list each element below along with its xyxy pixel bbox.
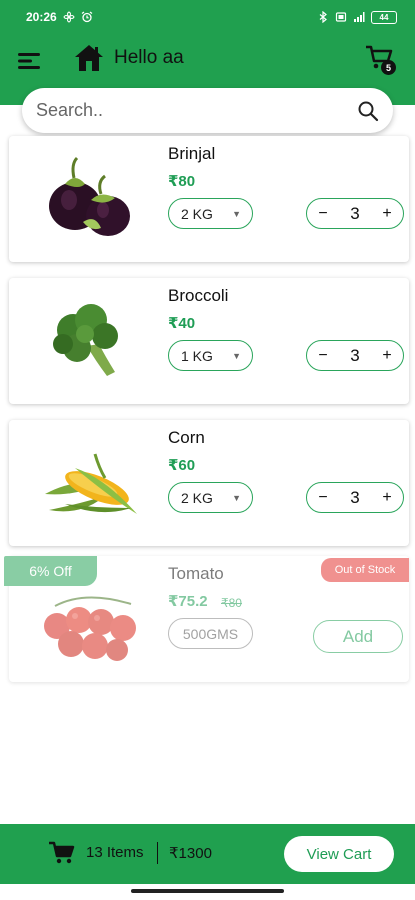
chevron-down-icon: ▼ bbox=[232, 208, 241, 219]
decrement-button[interactable]: − bbox=[315, 205, 331, 223]
weight-value: 2 KG bbox=[181, 205, 213, 222]
tomato-image bbox=[44, 596, 136, 661]
alarm-icon bbox=[81, 11, 93, 23]
cart-icon bbox=[49, 841, 75, 864]
product-price: ₹40 bbox=[168, 315, 196, 332]
cart-count-badge: 5 bbox=[381, 60, 396, 75]
weight-dropdown[interactable]: 1 KG ▼ bbox=[168, 340, 253, 371]
home-indicator[interactable] bbox=[131, 889, 284, 893]
divider bbox=[157, 842, 158, 864]
corn-image bbox=[45, 453, 137, 514]
product-price: ₹80 bbox=[168, 173, 196, 190]
out-of-stock-badge: Out of Stock bbox=[321, 558, 409, 582]
greeting-text: Hello aa bbox=[114, 47, 184, 68]
broccoli-image bbox=[53, 304, 118, 376]
product-card-tomato[interactable]: 6% Off Out of Stock Tomato ₹75.2 ₹80 500… bbox=[4, 556, 409, 682]
product-card-brinjal[interactable]: Brinjal ₹80 2 KG ▼ − 3 + bbox=[9, 136, 409, 262]
quantity-value: 3 bbox=[350, 487, 360, 507]
discount-badge: 6% Off bbox=[4, 556, 97, 586]
header-cart-button[interactable]: 5 bbox=[364, 44, 398, 75]
weight-value: 500GMS bbox=[182, 625, 239, 642]
status-time: 20:26 bbox=[26, 10, 57, 24]
increment-button[interactable]: + bbox=[379, 489, 395, 507]
view-cart-button[interactable]: View Cart bbox=[284, 836, 394, 872]
decrement-button[interactable]: − bbox=[315, 347, 331, 365]
product-name: Tomato bbox=[168, 564, 224, 583]
increment-button[interactable]: + bbox=[379, 347, 395, 365]
cart-item-count: 13 Items bbox=[86, 844, 144, 861]
chevron-down-icon: ▼ bbox=[232, 492, 241, 503]
brinjal-image bbox=[49, 156, 130, 236]
status-bar: 20:26 44 bbox=[0, 0, 415, 34]
fan-icon bbox=[63, 11, 75, 23]
battery-indicator: 44 bbox=[371, 10, 397, 24]
cart-total: ₹1300 bbox=[169, 845, 212, 862]
add-to-cart-button[interactable]: Add bbox=[313, 620, 403, 653]
app-header: Hello aa 5 bbox=[0, 36, 415, 86]
weight-dropdown[interactable]: 2 KG ▼ bbox=[168, 198, 253, 229]
decrement-button[interactable]: − bbox=[315, 489, 331, 507]
increment-button[interactable]: + bbox=[379, 205, 395, 223]
weight-label: 500GMS bbox=[168, 618, 253, 649]
quantity-value: 3 bbox=[350, 203, 360, 223]
menu-icon[interactable] bbox=[18, 50, 42, 72]
product-card-broccoli[interactable]: Broccoli ₹40 1 KG ▼ − 3 + bbox=[9, 278, 409, 404]
search-input[interactable] bbox=[36, 100, 357, 121]
quantity-stepper: − 3 + bbox=[306, 198, 404, 229]
bluetooth-icon bbox=[319, 11, 327, 23]
cart-summary-bar: 13 Items ₹1300 View Cart bbox=[0, 824, 415, 884]
weight-dropdown[interactable]: 2 KG ▼ bbox=[168, 482, 253, 513]
product-name: Broccoli bbox=[168, 286, 229, 305]
sim-icon bbox=[335, 12, 347, 22]
product-price: ₹75.2 bbox=[168, 593, 208, 610]
product-name: Corn bbox=[168, 428, 205, 447]
search-bar bbox=[22, 88, 393, 133]
home-icon bbox=[75, 45, 103, 71]
signal-icon bbox=[354, 12, 365, 22]
weight-value: 2 KG bbox=[181, 489, 213, 506]
product-price: ₹60 bbox=[168, 457, 196, 474]
product-name: Brinjal bbox=[168, 144, 216, 163]
quantity-value: 3 bbox=[350, 345, 360, 365]
product-card-corn[interactable]: Corn ₹60 2 KG ▼ − 3 + bbox=[9, 420, 409, 546]
quantity-stepper: − 3 + bbox=[306, 482, 404, 513]
original-price: ₹80 bbox=[221, 596, 242, 610]
chevron-down-icon: ▼ bbox=[232, 350, 241, 361]
search-icon[interactable] bbox=[357, 100, 379, 122]
quantity-stepper: − 3 + bbox=[306, 340, 404, 371]
weight-value: 1 KG bbox=[181, 347, 213, 364]
